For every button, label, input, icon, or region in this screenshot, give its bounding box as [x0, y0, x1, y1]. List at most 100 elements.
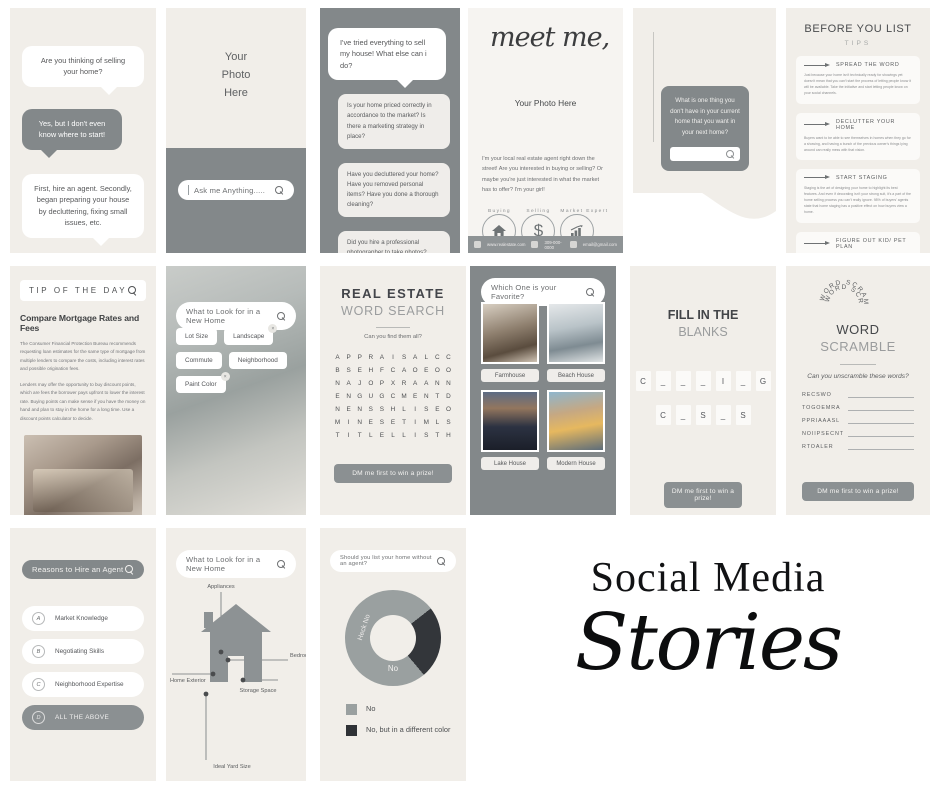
word-search-letter: O	[445, 406, 451, 413]
interior-photo	[24, 435, 142, 515]
option-label: Negotiating Skills	[55, 648, 105, 655]
bubble-tail	[40, 148, 58, 158]
answer-option[interactable]: C Neighborhood Expertise	[22, 672, 144, 697]
donut-chart: No Heck No	[345, 590, 441, 686]
search-icon[interactable]	[128, 286, 137, 295]
dm-prize-button[interactable]: DM me first to win a prize!	[664, 482, 742, 508]
search-field[interactable]: Should you list your home without an age…	[330, 550, 456, 572]
word-search-subtitle: WORD SEARCH	[341, 304, 445, 318]
photo-placeholder: Your Photo Here	[166, 8, 306, 102]
tips-subtitle: TIPS	[844, 40, 872, 47]
search-icon[interactable]	[125, 565, 134, 574]
question-text: What is one thing you don't have in your…	[670, 97, 740, 136]
word-search-letter: H	[368, 367, 374, 374]
close-icon[interactable]: ×	[220, 372, 230, 381]
search-wrapper[interactable]: What to Look for in a New Home	[176, 302, 296, 330]
word-search-letter: G	[379, 393, 385, 400]
search-icon[interactable]	[586, 287, 595, 297]
search-icon[interactable]	[726, 149, 735, 159]
answer-option[interactable]: B Negotiating Skills	[22, 639, 144, 664]
house-option[interactable]: Farmhouse	[481, 302, 539, 382]
dm-prize-button[interactable]: DM me first to win a prize!	[334, 464, 452, 483]
phone-icon	[531, 241, 539, 248]
letter-box: I	[715, 371, 731, 391]
article-paragraph: The Consumer Financial Protection Bureau…	[20, 341, 146, 372]
beach-house-photo	[547, 302, 605, 364]
search-wrapper[interactable]: Reasons to Hire an Agent	[22, 560, 144, 579]
word-search-letter: B	[335, 367, 340, 374]
answer-option-selected[interactable]: D ALL THE ABOVE	[22, 705, 144, 730]
tag-chip[interactable]: Paint Color ×	[176, 372, 230, 393]
close-icon[interactable]: ×	[268, 324, 278, 333]
word-search-letter: L	[391, 432, 395, 439]
search-icon[interactable]	[277, 559, 286, 569]
search-field[interactable]: What to Look for in a New Home	[176, 302, 296, 330]
option-label[interactable]: Farmhouse	[481, 369, 539, 382]
option-label: Market Knowledge	[55, 615, 108, 622]
word-search-letter: E	[346, 406, 351, 413]
answer-line[interactable]	[848, 410, 914, 411]
arrow-icon	[804, 122, 830, 127]
search-field[interactable]: Reasons to Hire an Agent	[22, 560, 144, 579]
globe-icon	[474, 241, 481, 248]
search-field[interactable]: Ask me Anything.....	[178, 180, 294, 200]
contact-footer: www.realestate.com 309-000-0000 email@gm…	[468, 236, 623, 253]
word-search-letter: I	[414, 432, 417, 439]
word-search-letter: L	[424, 354, 429, 361]
panel-favorite-house-poll: Which One is your Favorite? Farmhouse Be…	[470, 266, 616, 515]
option-label[interactable]: Beach House	[547, 369, 605, 382]
word-search-letter: L	[435, 419, 440, 426]
answer-line[interactable]	[848, 423, 914, 424]
tag-chip[interactable]: Landscape ×	[224, 324, 278, 345]
answer-option[interactable]: A Market Knowledge	[22, 606, 144, 631]
photo-placeholder: Your Photo Here	[514, 98, 577, 108]
tip-card: SPREAD THE WORD Just because your home i…	[796, 56, 920, 104]
word-search-letter: N	[335, 406, 340, 413]
house-option[interactable]: Lake House	[481, 390, 539, 470]
search-icon[interactable]	[275, 185, 284, 195]
chat-bubble: Are you thinking of selling your home?	[22, 46, 144, 95]
tip-heading: START STAGING	[836, 174, 888, 181]
search-placeholder: Reasons to Hire an Agent	[32, 565, 124, 574]
answer-line[interactable]	[848, 449, 914, 450]
lake-house-photo	[481, 390, 539, 452]
tip-heading: SPREAD THE WORD	[836, 62, 900, 68]
tag-chip[interactable]: Lot Size	[176, 328, 218, 345]
legend-item: No, but in a different color	[346, 725, 451, 736]
word-search-letter: E	[368, 419, 373, 426]
question-text: Is your home priced correctly in accorda…	[347, 102, 432, 140]
header-text: TIP OF THE DAY	[29, 286, 128, 295]
word-search-letter: L	[402, 406, 406, 413]
option-label[interactable]: Lake House	[481, 457, 539, 470]
search-wrapper[interactable]: Should you list your home without an age…	[330, 550, 456, 572]
house-option[interactable]: Beach House	[547, 302, 605, 382]
donut-hole	[370, 615, 416, 661]
word-search-letter: P	[357, 354, 362, 361]
label-home-exterior: Home Exterior	[170, 678, 206, 684]
house-option[interactable]: Modern House	[547, 390, 605, 470]
word-search-letter: H	[390, 406, 396, 413]
answer-line[interactable]	[848, 436, 914, 437]
agent-blurb: I'm your local real estate agent right d…	[482, 156, 603, 194]
tag-chip[interactable]: Commute	[176, 352, 222, 369]
word-search-letter: G	[357, 393, 363, 400]
label-storage-space: Storage Space	[239, 688, 276, 694]
tag-label: Paint Color	[185, 381, 217, 388]
word-search-letter: A	[401, 367, 407, 374]
answer-line[interactable]	[848, 397, 914, 398]
search-icon[interactable]	[277, 311, 286, 321]
ask-me-anything-searchbar[interactable]: Ask me Anything.....	[178, 180, 294, 200]
option-label[interactable]: Modern House	[547, 457, 605, 470]
word-search-letter: M	[401, 393, 407, 400]
word-search-letter: E	[435, 406, 440, 413]
tag-chip[interactable]: Neighborhood	[228, 352, 287, 369]
word-search-letter: A	[424, 380, 429, 387]
panel-your-photo-here: Your Photo Here Ask me Anything.....	[166, 8, 306, 253]
scramble-word-list: RECSWO TOGOEMRA PPRIAAASL NOIIPSECNT RTOALER	[802, 392, 914, 450]
tag-label: Neighborhood	[237, 357, 278, 364]
dm-prize-button[interactable]: DM me first to win a prize!	[802, 482, 914, 501]
word-search-letter: C	[435, 354, 440, 361]
answer-input[interactable]	[670, 147, 740, 162]
search-icon[interactable]	[437, 556, 446, 566]
word-search-letter: X	[390, 380, 396, 387]
